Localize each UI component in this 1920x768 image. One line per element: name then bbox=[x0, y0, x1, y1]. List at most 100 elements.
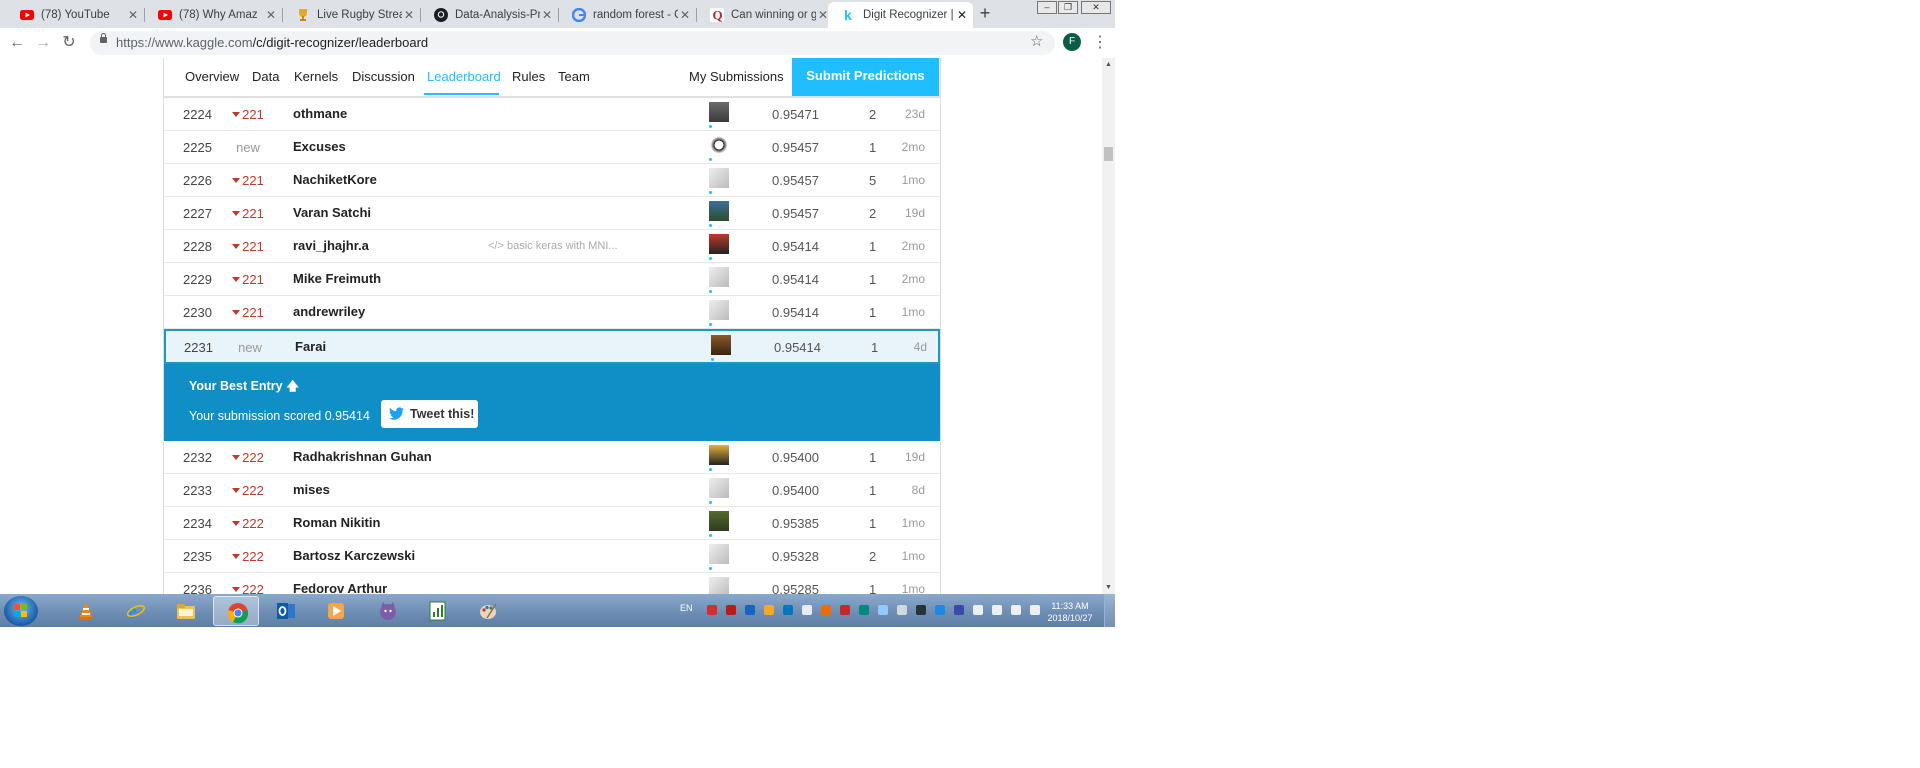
scrollbar-thumb[interactable] bbox=[1104, 147, 1113, 161]
back-button[interactable]: ← bbox=[7, 33, 27, 53]
taskbar-app-button[interactable] bbox=[63, 596, 109, 626]
leaderboard-row[interactable]: 2225 new Excuses 0.95457 1 2mo bbox=[164, 131, 940, 164]
team-name[interactable]: Farai bbox=[295, 339, 326, 354]
system-clock[interactable]: 11:33 AM 2018/10/27 bbox=[1040, 600, 1100, 624]
system-tray-icon[interactable] bbox=[935, 605, 945, 615]
system-tray-icon[interactable] bbox=[840, 605, 850, 615]
team-member-avatar[interactable] bbox=[709, 267, 729, 293]
team-member-avatar[interactable] bbox=[709, 300, 729, 326]
leaderboard-row[interactable]: 2224 221 othmane 0.95471 2 23d bbox=[164, 98, 940, 131]
team-member-avatar[interactable] bbox=[709, 445, 729, 471]
team-name[interactable]: Excuses bbox=[293, 139, 346, 154]
address-bar[interactable]: https://www.kaggle.com/c/digit-recognize… bbox=[90, 31, 1055, 55]
forward-button[interactable]: → bbox=[33, 33, 53, 53]
tab-data[interactable]: Data bbox=[252, 69, 279, 84]
team-name[interactable]: andrewriley bbox=[293, 304, 365, 319]
team-name[interactable]: NachiketKore bbox=[293, 172, 377, 187]
system-tray-icon[interactable] bbox=[954, 605, 964, 615]
leaderboard-row[interactable]: 2228 221 ravi_jhajhr.a </> basic keras with… bbox=[164, 230, 940, 263]
leaderboard-row[interactable]: 2235 222 Bartosz Karczewski 0.95328 2 1mo bbox=[164, 540, 940, 573]
kernel-link[interactable]: </> basic keras with MNI... bbox=[488, 240, 618, 252]
taskbar-app-button[interactable] bbox=[263, 596, 309, 626]
system-tray-icon[interactable] bbox=[1011, 605, 1021, 615]
taskbar-app-button[interactable] bbox=[163, 596, 209, 626]
my-submissions-link[interactable]: My Submissions bbox=[689, 69, 784, 84]
system-tray-icon[interactable] bbox=[821, 605, 831, 615]
team-member-avatar[interactable] bbox=[709, 544, 729, 570]
system-tray-icon[interactable] bbox=[992, 605, 1002, 615]
leaderboard-row[interactable]: 2234 222 Roman Nikitin 0.95385 1 1mo bbox=[164, 507, 940, 540]
page-scrollbar[interactable]: ▲ ▼ bbox=[1102, 58, 1115, 594]
tab-close-icon[interactable]: ✕ bbox=[540, 8, 554, 22]
team-member-avatar[interactable] bbox=[709, 201, 729, 227]
system-tray-icon[interactable] bbox=[859, 605, 869, 615]
system-tray-icon[interactable] bbox=[973, 605, 983, 615]
reload-button[interactable]: ↻ bbox=[59, 33, 79, 53]
leaderboard-row[interactable]: 2226 221 NachiketKore 0.95457 5 1mo bbox=[164, 164, 940, 197]
show-desktop-button[interactable] bbox=[1104, 594, 1116, 627]
bookmark-star-icon[interactable]: ☆ bbox=[1030, 32, 1043, 50]
minimize-button[interactable]: – bbox=[1037, 1, 1057, 14]
submit-predictions-button[interactable]: Submit Predictions bbox=[792, 58, 939, 96]
taskbar-app-button[interactable]: e bbox=[113, 596, 159, 626]
taskbar-app-button[interactable] bbox=[213, 596, 259, 626]
browser-menu-icon[interactable]: ⋮ bbox=[1092, 32, 1108, 52]
team-member-avatar[interactable] bbox=[709, 577, 729, 594]
start-button[interactable] bbox=[4, 596, 38, 626]
system-tray-icon[interactable] bbox=[897, 605, 907, 615]
team-name[interactable]: mises bbox=[293, 482, 330, 497]
team-name[interactable]: Radhakrishnan Guhan bbox=[293, 449, 432, 464]
taskbar-app-button[interactable] bbox=[465, 596, 511, 626]
system-tray-icon[interactable] bbox=[764, 605, 774, 615]
team-name[interactable]: Mike Freimuth bbox=[293, 271, 381, 286]
tab-kernels[interactable]: Kernels bbox=[294, 69, 338, 84]
browser-tab[interactable]: Live Rugby Streami✕ bbox=[282, 2, 420, 28]
browser-tab[interactable]: (78) YouTube ✕ bbox=[6, 2, 144, 28]
team-member-avatar[interactable] bbox=[709, 511, 729, 537]
taskbar-app-button[interactable] bbox=[313, 596, 359, 626]
browser-tab[interactable]: k Digit Recognizer | K ✕ bbox=[828, 2, 973, 28]
tab-close-icon[interactable]: ✕ bbox=[678, 8, 692, 22]
tab-team[interactable]: Team bbox=[558, 69, 590, 84]
tab-close-icon[interactable]: ✕ bbox=[955, 8, 969, 22]
team-name[interactable]: Bartosz Karczewski bbox=[293, 548, 415, 563]
team-member-avatar[interactable] bbox=[709, 102, 729, 128]
team-member-avatar[interactable] bbox=[709, 478, 729, 504]
team-member-avatar[interactable] bbox=[709, 234, 729, 260]
taskbar-app-button[interactable] bbox=[415, 596, 461, 626]
system-tray-icon[interactable] bbox=[783, 605, 793, 615]
language-indicator[interactable]: EN bbox=[680, 603, 693, 613]
leaderboard-row[interactable]: 2236 222 Fedorov Arthur 0.95285 1 1mo bbox=[164, 573, 940, 594]
leaderboard-row[interactable]: 2233 222 mises 0.95400 1 8d bbox=[164, 474, 940, 507]
system-tray-icon[interactable] bbox=[707, 605, 717, 615]
browser-tab[interactable]: random forest - Go✕ bbox=[558, 2, 696, 28]
restore-button[interactable]: ❐ bbox=[1058, 1, 1078, 14]
team-name[interactable]: Roman Nikitin bbox=[293, 515, 380, 530]
system-tray-icon[interactable] bbox=[916, 605, 926, 615]
profile-avatar[interactable]: F bbox=[1063, 33, 1081, 51]
team-name[interactable]: Fedorov Arthur bbox=[293, 581, 387, 594]
tab-leaderboard[interactable]: Leaderboard bbox=[427, 69, 501, 84]
team-member-avatar[interactable] bbox=[709, 135, 729, 161]
tab-close-icon[interactable]: ✕ bbox=[402, 8, 416, 22]
team-name[interactable]: ravi_jhajhr.a bbox=[293, 238, 369, 253]
my-team-row[interactable]: 2231 new Farai 0.95414 1 4d bbox=[164, 329, 940, 364]
browser-tab[interactable]: Data-Analysis-Proje✕ bbox=[420, 2, 558, 28]
leaderboard-row[interactable]: 2232 222 Radhakrishnan Guhan 0.95400 1 19d bbox=[164, 441, 940, 474]
team-member-avatar[interactable] bbox=[709, 168, 729, 194]
tab-close-icon[interactable]: ✕ bbox=[126, 8, 140, 22]
browser-tab[interactable]: (78) Why Amaz ✕ bbox=[144, 2, 282, 28]
scroll-up-arrow[interactable]: ▲ bbox=[1105, 61, 1112, 68]
team-name[interactable]: Varan Satchi bbox=[293, 205, 371, 220]
scroll-down-arrow[interactable]: ▼ bbox=[1105, 584, 1112, 591]
team-member-avatar[interactable] bbox=[711, 335, 731, 361]
tweet-this-button[interactable]: Tweet this! bbox=[381, 400, 478, 428]
system-tray-icon[interactable] bbox=[726, 605, 736, 615]
tab-discussion[interactable]: Discussion bbox=[352, 69, 415, 84]
tab-rules[interactable]: Rules bbox=[512, 69, 545, 84]
browser-tab[interactable]: QCan winning or get✕ bbox=[696, 2, 834, 28]
leaderboard-row[interactable]: 2227 221 Varan Satchi 0.95457 2 19d bbox=[164, 197, 940, 230]
system-tray-icon[interactable] bbox=[1030, 605, 1040, 615]
taskbar-app-button[interactable] bbox=[365, 596, 411, 626]
tab-overview[interactable]: Overview bbox=[185, 69, 239, 84]
